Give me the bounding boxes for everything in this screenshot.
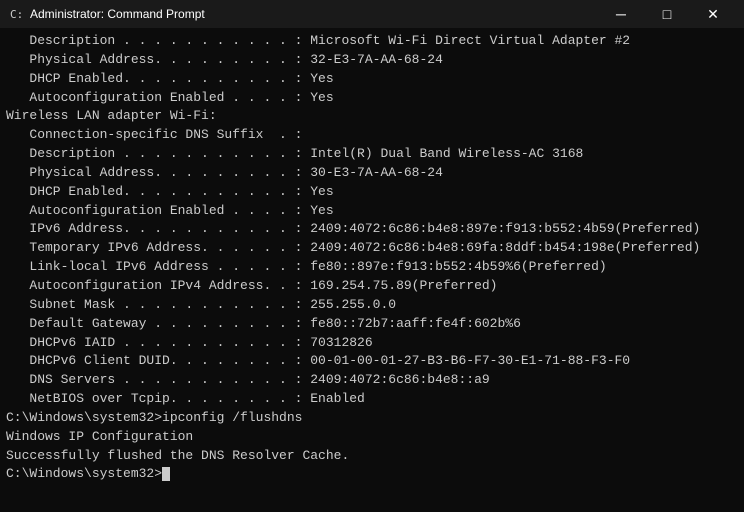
terminal-line: DNS Servers . . . . . . . . . . . : 2409…: [6, 371, 738, 390]
terminal-line: NetBIOS over Tcpip. . . . . . . . : Enab…: [6, 390, 738, 409]
close-button[interactable]: ✕: [690, 0, 736, 28]
terminal-line: DHCPv6 IAID . . . . . . . . . . . : 7031…: [6, 334, 738, 353]
terminal-line: Autoconfiguration Enabled . . . . : Yes: [6, 89, 738, 108]
terminal-line: Physical Address. . . . . . . . . : 32-E…: [6, 51, 738, 70]
terminal-line: Description . . . . . . . . . . . : Micr…: [6, 32, 738, 51]
title-bar-left: C: Administrator: Command Prompt: [8, 6, 205, 22]
cmd-icon: C:: [8, 6, 24, 22]
terminal-line: Successfully flushed the DNS Resolver Ca…: [6, 447, 738, 466]
terminal-body[interactable]: Description . . . . . . . . . . . : Micr…: [0, 28, 744, 512]
svg-text:C:: C:: [10, 8, 23, 21]
window-title: Administrator: Command Prompt: [30, 7, 205, 21]
terminal-line: C:\Windows\system32>: [6, 465, 738, 484]
terminal-line: DHCP Enabled. . . . . . . . . . . : Yes: [6, 183, 738, 202]
terminal-line: C:\Windows\system32>ipconfig /flushdns: [6, 409, 738, 428]
maximize-button[interactable]: □: [644, 0, 690, 28]
terminal-line: Connection-specific DNS Suffix . :: [6, 126, 738, 145]
terminal-line: Description . . . . . . . . . . . : Inte…: [6, 145, 738, 164]
window: C: Administrator: Command Prompt ─ □ ✕ D…: [0, 0, 744, 512]
terminal-line: Subnet Mask . . . . . . . . . . . : 255.…: [6, 296, 738, 315]
terminal-line: Autoconfiguration IPv4 Address. . : 169.…: [6, 277, 738, 296]
terminal-line: DHCP Enabled. . . . . . . . . . . : Yes: [6, 70, 738, 89]
terminal-line: Temporary IPv6 Address. . . . . . : 2409…: [6, 239, 738, 258]
terminal-line: Wireless LAN adapter Wi-Fi:: [6, 107, 738, 126]
title-bar: C: Administrator: Command Prompt ─ □ ✕: [0, 0, 744, 28]
terminal-line: DHCPv6 Client DUID. . . . . . . . : 00-0…: [6, 352, 738, 371]
terminal-line: Default Gateway . . . . . . . . . : fe80…: [6, 315, 738, 334]
terminal-line: Link-local IPv6 Address . . . . . : fe80…: [6, 258, 738, 277]
terminal-line: IPv6 Address. . . . . . . . . . . : 2409…: [6, 220, 738, 239]
window-controls: ─ □ ✕: [598, 0, 736, 28]
minimize-button[interactable]: ─: [598, 0, 644, 28]
terminal-line: Physical Address. . . . . . . . . : 30-E…: [6, 164, 738, 183]
terminal-line: Windows IP Configuration: [6, 428, 738, 447]
terminal-line: Autoconfiguration Enabled . . . . : Yes: [6, 202, 738, 221]
cursor: [162, 467, 170, 481]
